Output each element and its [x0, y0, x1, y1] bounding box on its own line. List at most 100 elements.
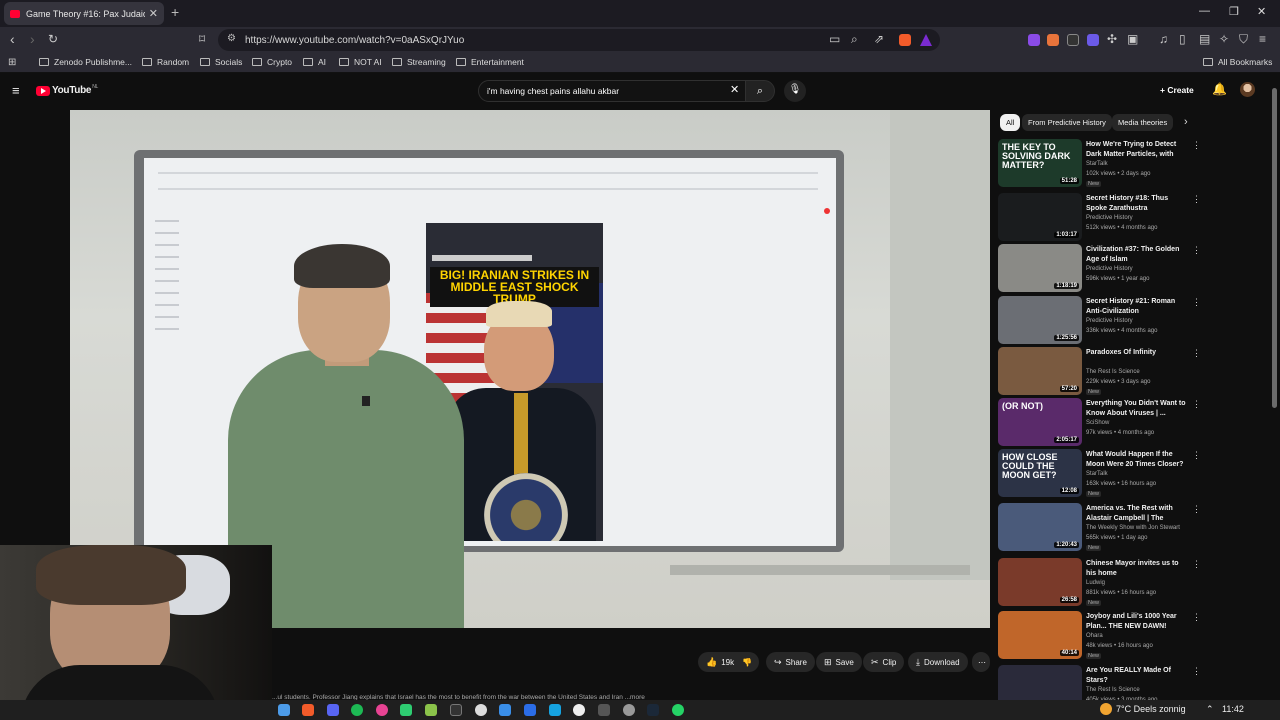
avatar[interactable] [1240, 82, 1255, 97]
bookmark-folder[interactable]: Zenodo Publishme... [39, 57, 132, 67]
recommendation-channel[interactable]: The Rest Is Science [1086, 369, 1140, 375]
youtube-logo[interactable]: YouTube NL [36, 84, 98, 96]
bookmark-folder[interactable]: Random [142, 57, 189, 67]
recommendation-title[interactable]: Secret History #18: Thus Spoke Zarathust… [1086, 194, 1190, 213]
browser-tab-active[interactable]: Game Theory #16: Pax Judaica R ✕ [4, 2, 164, 25]
app-taskbar-icon[interactable] [425, 704, 437, 716]
video-thumbnail[interactable]: 26:58 [998, 558, 1082, 606]
clock[interactable]: 11:42 [1222, 704, 1244, 714]
more-vert-icon[interactable]: ⋮ [1192, 666, 1201, 677]
wallet2-icon[interactable]: ▤ [1199, 32, 1210, 46]
share-page-icon[interactable]: ⇗ [874, 32, 884, 46]
leo-ai-icon[interactable]: ✧ [1219, 32, 1229, 46]
discord-taskbar-icon[interactable] [327, 704, 339, 716]
app-taskbar-icon[interactable] [499, 704, 511, 716]
video-thumbnail[interactable]: 1:20:43 [998, 503, 1082, 551]
create-button[interactable]: + Create [1160, 85, 1194, 95]
start-icon[interactable] [278, 704, 290, 716]
dislike-button[interactable]: 👎 [735, 652, 759, 672]
reload-icon[interactable]: ↻ [48, 32, 58, 46]
more-vert-icon[interactable]: ⋮ [1192, 194, 1201, 205]
chrome-taskbar-icon[interactable] [573, 704, 585, 716]
chip-all[interactable]: All [1000, 114, 1021, 131]
recommendation-title[interactable]: What Would Happen If the Moon Were 20 Ti… [1086, 450, 1190, 469]
recommendation-title[interactable]: Are You REALLY Made Of Stars? [1086, 666, 1190, 685]
video-thumbnail[interactable]: THE KEY TO SOLVING DARK MATTER? 51:28 [998, 139, 1082, 187]
recommendation-channel[interactable]: SciShow [1086, 420, 1109, 426]
recommendation-channel[interactable]: Predictive History [1086, 318, 1133, 324]
app-taskbar-icon[interactable] [475, 704, 487, 716]
more-vert-icon[interactable]: ⋮ [1192, 245, 1201, 256]
apps-grid-icon[interactable]: ⊞ [8, 57, 16, 68]
video-thumbnail[interactable]: 1:03:17 [998, 193, 1082, 241]
music-icon[interactable]: ♫ [1159, 32, 1168, 46]
recommendation-channel[interactable]: Predictive History [1086, 266, 1133, 272]
bookmark-folder[interactable]: Streaming [392, 57, 446, 67]
recommendation-title[interactable]: Secret History #21: Roman Anti-Civilizat… [1086, 297, 1190, 316]
notifications-icon[interactable]: 🔔 [1212, 82, 1227, 96]
more-vert-icon[interactable]: ⋮ [1192, 559, 1201, 570]
zoom-icon[interactable]: ⌕ [851, 32, 858, 47]
search-button[interactable]: ⌕ [745, 80, 775, 102]
more-vert-icon[interactable]: ⋮ [1192, 399, 1201, 410]
sidebar-icon[interactable]: ▯ [1179, 32, 1186, 46]
save-button[interactable]: ⊞ Save [816, 652, 862, 672]
recommendation-item[interactable]: (OR NOT) 2:05:17 Everything You Didn't Wan… [998, 398, 1270, 446]
brave-shield-icon[interactable] [899, 34, 911, 46]
close-window-icon[interactable]: ✕ [1257, 5, 1266, 18]
recommendation-channel[interactable]: Ludwig [1086, 580, 1105, 586]
download-button[interactable]: ⤓ Download [908, 652, 968, 672]
bookmark-folder[interactable]: Crypto [252, 57, 292, 67]
bookmark-folder[interactable]: Socials [200, 57, 242, 67]
bookmark-page-icon[interactable]: ⌑ [199, 32, 205, 46]
back-icon[interactable]: ‹ [10, 31, 15, 47]
recommendation-item[interactable]: 57:20 Paradoxes Of Infinity The Rest Is Sc… [998, 347, 1270, 395]
recommendation-title[interactable]: Joyboy and Lili's 1000 Year Plan... THE … [1086, 612, 1190, 631]
new-tab-icon[interactable]: + [171, 4, 179, 20]
whatsapp-taskbar-icon[interactable] [672, 704, 684, 716]
app-taskbar-icon[interactable] [376, 704, 388, 716]
bookmark-folder[interactable]: AI [303, 57, 326, 67]
close-tab-icon[interactable]: ✕ [149, 7, 158, 20]
more-actions-button[interactable]: ⋯ [972, 652, 990, 672]
recommendation-title[interactable]: America vs. The Rest with Alastair Campb… [1086, 504, 1190, 524]
recommendation-item[interactable]: 1:25:56 Secret History #21: Roman Anti-Ci… [998, 296, 1270, 344]
share-button[interactable]: ↪ Share [766, 652, 815, 672]
steam-taskbar-icon[interactable] [647, 704, 659, 716]
terminal-taskbar-icon[interactable] [450, 704, 462, 716]
video-thumbnail[interactable]: 57:20 [998, 347, 1082, 395]
more-vert-icon[interactable]: ⋮ [1192, 348, 1201, 359]
menu-icon[interactable]: ≡ [1259, 32, 1266, 46]
app-taskbar-icon[interactable] [400, 704, 412, 716]
recommendation-channel[interactable]: The Weekly Show with Jon Stewart [1086, 525, 1180, 531]
restore-icon[interactable]: ❐ [1229, 5, 1239, 18]
chip-from-predictive-history[interactable]: From Predictive History [1022, 114, 1112, 131]
site-info-icon[interactable]: ⚙ [227, 33, 236, 44]
wallet-icon[interactable]: ▣ [1127, 32, 1138, 46]
recommendation-title[interactable]: Chinese Mayor invites us to his home [1086, 559, 1190, 578]
recommendation-item[interactable]: 40:14 Joyboy and Lili's 1000 Year Plan...… [998, 611, 1270, 659]
search-input[interactable]: i'm having chest pains allahu akbar [478, 80, 746, 102]
all-bookmarks[interactable]: All Bookmarks [1203, 57, 1272, 67]
recommendation-item[interactable]: HOW CLOSE COULD THE MOON GET? 12:08 What W… [998, 449, 1270, 497]
recommendation-item[interactable]: THE KEY TO SOLVING DARK MATTER? 51:28 How … [998, 139, 1270, 187]
more-vert-icon[interactable]: ⋮ [1192, 504, 1201, 515]
recommendation-channel[interactable]: The Rest Is Science [1086, 687, 1140, 693]
recommendation-title[interactable]: How We're Trying to Detect Dark Matter P… [1086, 140, 1190, 160]
extension-icon[interactable] [1087, 34, 1099, 46]
clear-search-icon[interactable]: ✕ [730, 83, 739, 96]
app-taskbar-icon[interactable] [598, 704, 610, 716]
cast-icon[interactable]: ▭ [829, 32, 840, 46]
vpn-icon[interactable]: ⛉ [1239, 32, 1248, 47]
recommendation-title[interactable]: Civilization #37: The Golden Age of Isla… [1086, 245, 1190, 264]
app-taskbar-icon[interactable] [623, 704, 635, 716]
like-button[interactable]: 👍 19k [698, 652, 741, 672]
extension-icon[interactable] [1028, 34, 1040, 46]
recommendation-item[interactable]: 1:18:19 Civilization #37: The Golden Age … [998, 244, 1270, 292]
recommendation-channel[interactable]: StarTalk [1086, 161, 1108, 167]
puzzle-icon[interactable]: ✣ [1107, 32, 1117, 46]
more-vert-icon[interactable]: ⋮ [1192, 297, 1201, 308]
recommendation-title[interactable]: Paradoxes Of Infinity [1086, 348, 1190, 358]
spotify-taskbar-icon[interactable] [351, 704, 363, 716]
weather-widget[interactable]: 7°C Deels zonnig [1100, 703, 1186, 715]
